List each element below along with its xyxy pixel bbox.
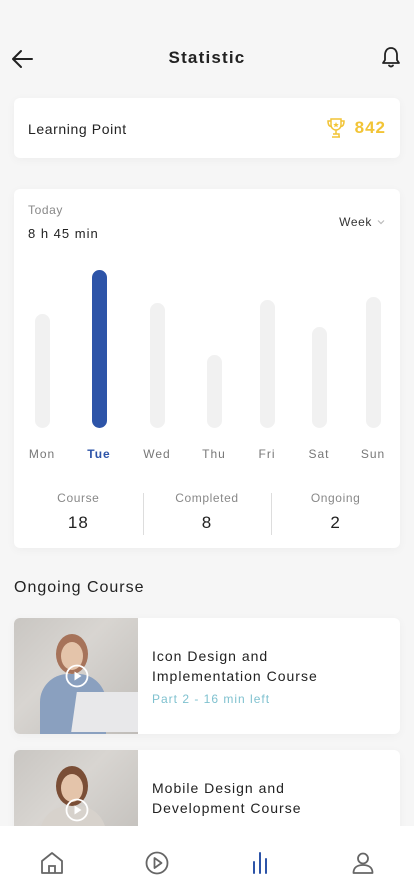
chart-day-label: Wed [143, 447, 171, 461]
summary-value: 18 [67, 513, 89, 532]
play-icon[interactable] [65, 664, 89, 688]
course-title: Mobile Design and Development Course [152, 780, 302, 816]
statistics-card: Today 8 h 45 min Week Mon Tue Wed Thu Fri Sat… [14, 189, 400, 548]
summary-course: Course 18 [14, 489, 143, 539]
summary-ongoing: Ongoing 2 [271, 489, 400, 539]
profile-icon[interactable] [348, 848, 378, 878]
summary-label: Course [57, 491, 100, 505]
learning-point-value: 842 [354, 118, 386, 137]
bar-chart-icon[interactable] [245, 848, 275, 878]
chart-bar-wed [150, 303, 165, 428]
summary-label: Ongoing [310, 491, 361, 505]
summary-value: 2 [330, 513, 341, 532]
bottom-navigation [0, 826, 414, 896]
chart-day-label: Sat [308, 447, 330, 461]
chart-bar-fri [260, 300, 275, 428]
chart-bar-sat [312, 327, 327, 428]
learning-point-card: Learning Point 842 [14, 98, 400, 158]
summary-label: Completed [175, 491, 239, 505]
home-icon[interactable] [37, 848, 67, 878]
today-duration: 8 h 45 min [28, 226, 99, 241]
play-circle-icon[interactable] [142, 848, 172, 878]
page-title: Statistic [168, 48, 246, 67]
chart-day-label: Sun [360, 447, 386, 461]
chart-bar-tue [92, 270, 107, 428]
course-card[interactable]: Icon Design and Implementation Course Pa… [14, 618, 400, 734]
chevron-down-icon [377, 220, 385, 225]
summary-completed: Completed 8 [142, 489, 272, 539]
chart-day-label: Mon [28, 447, 56, 461]
play-icon[interactable] [65, 798, 89, 822]
ongoing-course-heading: Ongoing Course [14, 579, 145, 596]
period-dropdown[interactable]: Week [339, 215, 386, 229]
weekly-bar-chart: Mon Tue Wed Thu Fri Sat Sun [14, 249, 400, 461]
learning-point-label: Learning Point [28, 121, 127, 137]
chart-day-label: Thu [202, 447, 226, 461]
header: Statistic [0, 0, 414, 100]
chart-day-label: Tue [87, 447, 111, 461]
course-thumbnail [14, 618, 138, 734]
course-summary: Course 18 Completed 8 Ongoing 2 [14, 489, 400, 539]
summary-value: 8 [201, 513, 213, 532]
course-progress: Part 2 - 16 min left [152, 692, 271, 706]
chart-day-label: Fri [258, 447, 276, 461]
course-title: Icon Design and Implementation Course [152, 648, 318, 684]
period-dropdown-label: Week [339, 215, 372, 229]
chart-bar-mon [35, 314, 50, 428]
trophy-icon [326, 118, 345, 138]
today-label: Today [28, 203, 64, 217]
chart-bar-thu [207, 355, 222, 428]
bell-icon[interactable] [380, 45, 402, 69]
chart-bar-sun [366, 297, 381, 428]
